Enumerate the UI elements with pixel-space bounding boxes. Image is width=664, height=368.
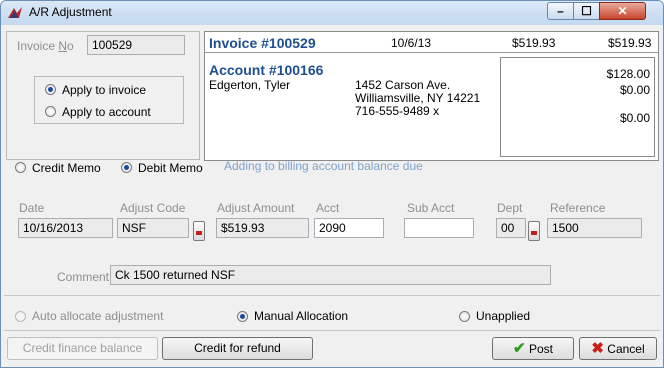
invoice-date: 10/6/13 (391, 36, 432, 50)
credit-finance-balance-button[interactable]: Credit finance balance (7, 337, 158, 360)
memo-hint-text: Adding to billing account balance due (224, 159, 423, 173)
account-balance-2: $0.00 (619, 83, 650, 97)
adjust-amount-field[interactable]: $519.93 (216, 218, 309, 238)
reference-label: Reference (550, 201, 606, 215)
manual-allocation-label: Manual Allocation (254, 309, 349, 323)
invoice-title: Invoice #100529 (209, 35, 316, 51)
comment-field[interactable]: Ck 1500 returned NSF (110, 265, 551, 285)
title-bar: A/R Adjustment – ☐ ✕ (1, 1, 663, 25)
maximize-icon: ☐ (581, 4, 592, 18)
minimize-icon: – (557, 4, 564, 18)
apply-to-account-label: Apply to account (62, 105, 151, 119)
cancel-button-label: Cancel (607, 342, 645, 356)
unapplied-label: Unapplied (476, 309, 531, 323)
post-button[interactable]: ✔ Post (492, 337, 574, 360)
cancel-button[interactable]: ✖ Cancel (579, 337, 657, 360)
ar-adjustment-window: A/R Adjustment – ☐ ✕ Invoice No 100529 A… (0, 0, 664, 368)
account-phone: 716-555-9489 x (355, 104, 440, 118)
close-button[interactable]: ✕ (599, 2, 646, 20)
account-balance-1: $128.00 (606, 67, 650, 81)
invoice-no-field[interactable]: 100529 (87, 35, 185, 55)
comment-label: Comment (57, 270, 110, 284)
adjust-code-dropdown-icon[interactable] (193, 221, 205, 241)
apply-to-account-radio[interactable] (45, 106, 56, 117)
account-balance-3: $0.00 (619, 111, 650, 125)
ar-adjustment-icon (8, 7, 22, 18)
credit-memo-label: Credit Memo (32, 161, 101, 175)
account-address-line1: 1452 Carson Ave. (355, 78, 451, 92)
panel-divider (205, 52, 658, 53)
close-icon: ✕ (617, 4, 628, 18)
checkmark-icon: ✔ (513, 340, 526, 357)
acct-field[interactable]: 2090 (314, 218, 384, 238)
cancel-x-icon: ✖ (591, 340, 604, 357)
unapplied-radio[interactable] (459, 311, 470, 322)
apply-to-invoice-label: Apply to invoice (62, 83, 147, 97)
manual-allocation-radio[interactable] (237, 311, 248, 322)
account-name: Edgerton, Tyler (209, 78, 291, 92)
dept-field[interactable]: 00 (496, 218, 526, 238)
account-title: Account #100166 (209, 62, 324, 78)
acct-label: Acct (316, 201, 340, 215)
reference-field[interactable]: 1500 (547, 218, 642, 238)
auto-allocate-label: Auto allocate adjustment (32, 309, 164, 323)
adjust-code-label: Adjust Code (120, 201, 186, 215)
dept-label: Dept (497, 201, 523, 215)
dept-dropdown-icon[interactable] (528, 221, 540, 241)
invoice-balance: $519.93 (608, 36, 652, 50)
minimize-button[interactable]: – (547, 2, 574, 20)
invoice-no-label: Invoice No (17, 39, 74, 53)
adjust-code-field[interactable]: NSF (117, 218, 189, 238)
sub-acct-field[interactable] (404, 218, 474, 238)
window-title: A/R Adjustment (29, 5, 112, 19)
sub-acct-label: Sub Acct (407, 201, 455, 215)
apply-to-invoice-radio[interactable] (45, 84, 56, 95)
debit-memo-radio[interactable] (121, 162, 132, 173)
dialog-body: Invoice No 100529 Apply to invoice Apply… (1, 25, 663, 367)
allocation-bottom-divider (4, 330, 660, 331)
account-address-line2: Williamsville, NY 14221 (355, 91, 481, 105)
credit-memo-radio[interactable] (15, 162, 26, 173)
date-label: Date (19, 201, 45, 215)
date-field[interactable]: 10/16/2013 (18, 218, 113, 238)
post-button-label: Post (528, 342, 553, 356)
credit-for-refund-button[interactable]: Credit for refund (162, 337, 313, 360)
maximize-button[interactable]: ☐ (573, 2, 600, 20)
auto-allocate-radio[interactable] (15, 311, 26, 322)
invoice-amount: $519.93 (512, 36, 556, 50)
adjust-amount-label: Adjust Amount (217, 201, 295, 215)
debit-memo-label: Debit Memo (138, 161, 203, 175)
allocation-top-divider (4, 295, 660, 296)
